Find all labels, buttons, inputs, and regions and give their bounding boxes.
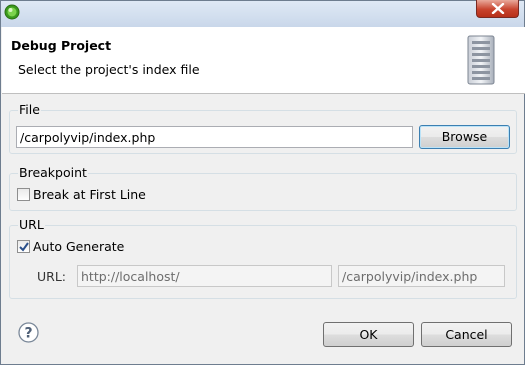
break-first-line-label[interactable]: Break at First Line — [33, 187, 146, 202]
browse-button[interactable]: Browse — [419, 125, 510, 149]
url-group-label: URL — [18, 217, 45, 232]
url-label: URL: — [37, 269, 67, 284]
ok-button[interactable]: OK — [323, 322, 414, 347]
breakpoint-group-label: Breakpoint — [18, 165, 88, 180]
checkmark-icon — [19, 242, 29, 252]
cancel-button[interactable]: Cancel — [421, 322, 512, 347]
auto-generate-label[interactable]: Auto Generate — [33, 239, 124, 254]
svg-text:?: ? — [24, 326, 32, 342]
file-path-input[interactable] — [16, 126, 413, 148]
url-path-input[interactable] — [338, 265, 505, 287]
eclipse-icon — [4, 4, 20, 20]
dialog-title: Debug Project — [11, 38, 112, 53]
break-first-line-checkbox[interactable] — [17, 188, 30, 201]
dialog-banner: Debug Project Select the project's index… — [2, 27, 525, 94]
close-icon — [491, 3, 505, 14]
help-icon[interactable]: ? — [18, 322, 39, 343]
title-bar[interactable] — [1, 0, 524, 27]
file-group-label: File — [18, 102, 41, 117]
dialog-message: Select the project's index file — [18, 62, 200, 77]
url-group: URL — [9, 217, 517, 299]
debug-project-dialog: Debug Project Select the project's index… — [0, 0, 525, 365]
base-url-input[interactable] — [77, 265, 332, 287]
auto-generate-checkbox[interactable] — [17, 240, 30, 253]
server-icon — [465, 34, 497, 89]
close-button[interactable] — [476, 0, 519, 18]
